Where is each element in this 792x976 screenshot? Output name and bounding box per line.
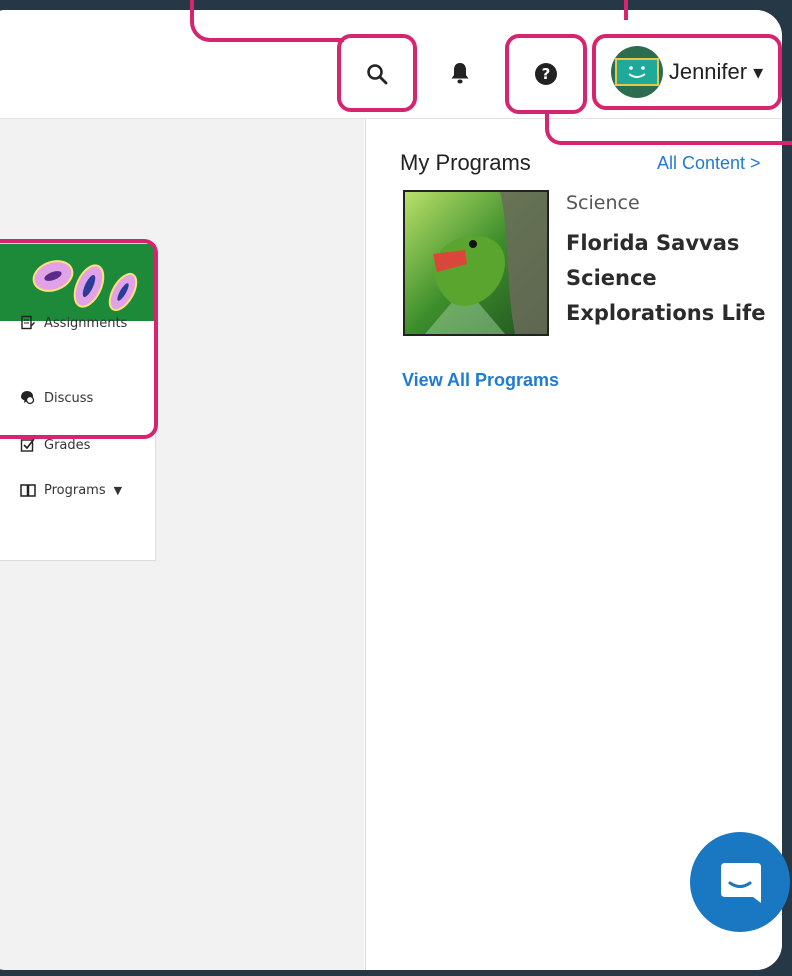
- class-card-highlight: [0, 239, 158, 439]
- programs-label: Programs: [44, 482, 106, 498]
- user-highlight: [592, 34, 782, 110]
- my-programs-title: My Programs: [400, 150, 531, 175]
- discuss-label: Discuss: [44, 390, 94, 406]
- grades-label: Grades: [44, 437, 91, 453]
- lizard-image: [405, 192, 547, 334]
- help-highlight: [505, 34, 587, 114]
- help-callout-line: [545, 111, 792, 145]
- program-thumbnail[interactable]: [403, 190, 549, 336]
- notifications-button[interactable]: [444, 55, 476, 91]
- view-all-programs-link[interactable]: View All Programs: [402, 370, 559, 391]
- discuss-icon: [21, 391, 35, 405]
- search-highlight: [337, 34, 417, 112]
- grades-icon: [20, 438, 35, 452]
- programs-icon: [20, 484, 36, 497]
- assignments-icon: [21, 315, 35, 330]
- user-callout-line: [624, 0, 628, 20]
- assignments-label: Assignments: [44, 315, 128, 331]
- programs-caret-icon: ▼: [113, 483, 123, 497]
- chat-launcher-button[interactable]: [690, 832, 790, 932]
- programs-dropdown[interactable]: Programs ▼: [20, 482, 122, 498]
- bell-icon: [451, 63, 469, 84]
- program-title[interactable]: Florida Savvas Science Explorations Life: [566, 226, 786, 331]
- grades-link[interactable]: Grades: [20, 437, 90, 453]
- chat-icon: [721, 863, 761, 903]
- discuss-link[interactable]: Discuss: [20, 390, 93, 406]
- search-callout-line: [190, 0, 344, 42]
- program-subject: Science: [566, 192, 640, 214]
- all-content-link[interactable]: All Content >: [657, 153, 761, 174]
- assignments-link[interactable]: Assignments: [20, 315, 127, 331]
